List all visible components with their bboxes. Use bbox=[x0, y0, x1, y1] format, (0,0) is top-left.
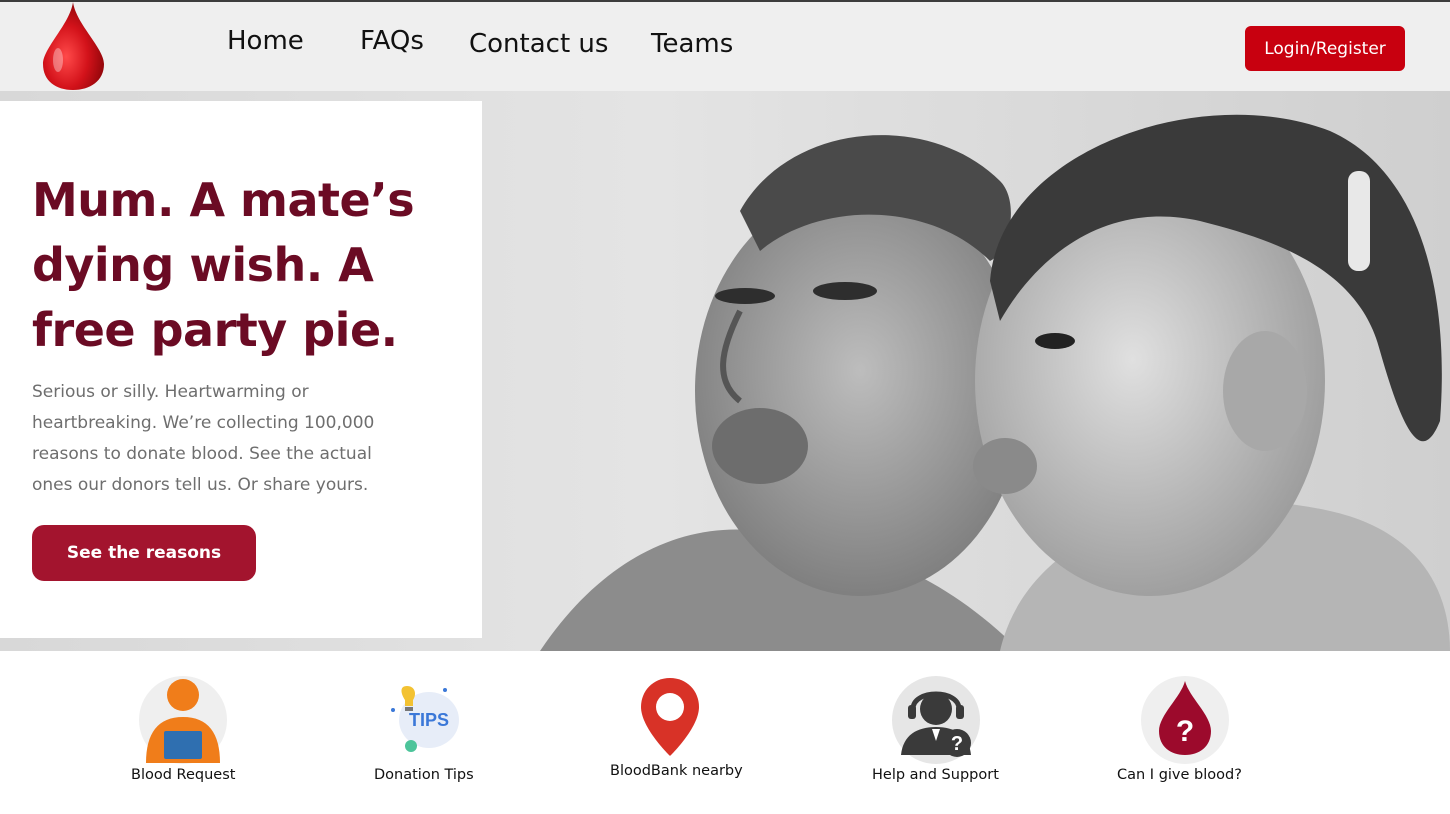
login-register-button[interactable]: Login/Register bbox=[1245, 26, 1405, 71]
service-can-i-give-blood[interactable]: ? Can I give blood? bbox=[1110, 672, 1250, 792]
nav-contact-link[interactable]: Contact us bbox=[469, 29, 608, 59]
hero-banner: Mum. A mate’s dying wish. A free party p… bbox=[0, 91, 1450, 651]
service-label: Blood Request bbox=[131, 767, 236, 783]
top-navigation-bar: Home FAQs Contact us Teams Login/Registe… bbox=[0, 0, 1450, 91]
service-label: Help and Support bbox=[872, 767, 999, 783]
see-the-reasons-button[interactable]: See the reasons bbox=[32, 525, 256, 581]
person-laptop-icon bbox=[139, 676, 227, 764]
hero-text-card: Mum. A mate’s dying wish. A free party p… bbox=[0, 101, 482, 638]
service-label: Can I give blood? bbox=[1117, 767, 1242, 783]
service-donation-tips[interactable]: TIPS Donation Tips bbox=[365, 672, 485, 792]
nav-teams-link[interactable]: Teams bbox=[651, 29, 733, 59]
service-label: Donation Tips bbox=[374, 767, 474, 783]
hero-description: Serious or silly. Heartwarming or heartb… bbox=[32, 382, 375, 495]
tips-text: TIPS bbox=[409, 710, 449, 730]
blood-drop-logo-icon[interactable] bbox=[40, 2, 106, 92]
question-mark: ? bbox=[1176, 715, 1194, 748]
service-blood-request[interactable]: Blood Request bbox=[120, 672, 245, 792]
tips-icon: TIPS bbox=[391, 686, 459, 752]
support-agent-icon: ? bbox=[892, 676, 980, 764]
service-label: BloodBank nearby bbox=[610, 763, 743, 779]
hero-title: Mum. A mate’s dying wish. A free party p… bbox=[32, 173, 415, 357]
question-mark: ? bbox=[951, 733, 963, 755]
service-bloodbank-nearby[interactable]: BloodBank nearby bbox=[605, 672, 745, 792]
map-pin-icon bbox=[641, 678, 699, 756]
nav-faqs-link[interactable]: FAQs bbox=[360, 26, 424, 56]
service-help-and-support[interactable]: ? Help and Support bbox=[865, 672, 1005, 792]
nav-home-link[interactable]: Home bbox=[227, 26, 304, 56]
blood-drop-question-icon: ? bbox=[1141, 676, 1229, 764]
